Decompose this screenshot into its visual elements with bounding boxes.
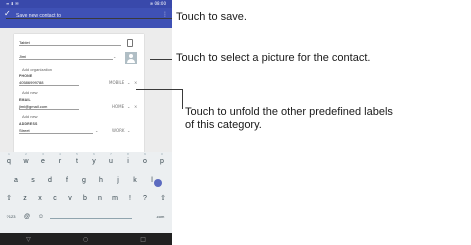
tablet-icon	[127, 39, 133, 47]
key-j[interactable]: j	[111, 174, 125, 188]
email-type-chevron-icon[interactable]: ⌄	[127, 104, 130, 109]
keyboard-row-1: qwertyuiop	[0, 155, 172, 171]
keyboard-row-4: ?123 @ ☺ .com	[0, 210, 172, 226]
address-type-chevron-icon[interactable]: ⌄	[127, 128, 130, 133]
key-w[interactable]: w	[19, 155, 33, 169]
address-label: ADDRESS	[19, 122, 38, 126]
name-expand-chevron-icon[interactable]: ⌄	[113, 54, 116, 59]
status-left: ≡ ⬇ ✉	[6, 1, 19, 6]
address-expand-chevron-icon[interactable]: ⌄	[95, 128, 98, 133]
key-p[interactable]: p	[155, 155, 169, 169]
status-bar: ≡ ⬇ ✉ ≋ 08:00	[0, 0, 172, 8]
email-type-dropdown[interactable]: HOME	[112, 104, 124, 109]
at-key[interactable]: @	[20, 210, 34, 224]
annotation-unfold: Touch to unfold the other predefined lab…	[185, 106, 393, 131]
key-v[interactable]: v	[63, 192, 77, 206]
key-d[interactable]: d	[43, 174, 57, 188]
dotcom-key[interactable]: .com	[150, 210, 170, 224]
phone-remove-icon[interactable]: ×	[134, 80, 137, 85]
email-label: EMAIL	[19, 98, 31, 102]
symbols-key[interactable]: ?123	[2, 210, 20, 224]
key-f[interactable]: f	[60, 174, 74, 188]
more-options-icon[interactable]: ⋮	[162, 11, 168, 18]
add-new-phone-link[interactable]: Add new	[22, 90, 38, 95]
emoji-icon[interactable]: ☺	[34, 210, 48, 224]
key-?[interactable]: ?	[138, 192, 152, 206]
key-o[interactable]: o	[138, 155, 152, 169]
home-icon[interactable]: ○	[83, 236, 88, 243]
space-bar[interactable]	[50, 218, 132, 219]
phone-type-dropdown[interactable]: MOBILE	[109, 80, 124, 85]
callout-line-unfold	[136, 89, 182, 90]
key-e[interactable]: e	[36, 155, 50, 169]
add-organization-link[interactable]: Add organization	[22, 67, 52, 72]
shift-key[interactable]: ⇧	[2, 192, 16, 206]
add-new-email-link[interactable]: Add new	[22, 114, 38, 119]
callout-line-unfold-vertical	[182, 89, 183, 109]
key-n[interactable]: n	[93, 192, 107, 206]
email-remove-icon[interactable]: ×	[134, 104, 137, 109]
callout-line-save	[6, 18, 172, 19]
keyboard-row-3: ⇧ ⇧ z x c v b n m!?	[0, 192, 172, 208]
phone-type-chevron-icon[interactable]: ⌄	[127, 80, 130, 85]
key-s[interactable]: s	[26, 174, 40, 188]
save-check-icon[interactable]: ✓	[4, 9, 11, 18]
enter-key[interactable]	[154, 179, 162, 187]
annotation-picture: Touch to select a picture for the contac…	[176, 52, 371, 64]
contact-form: Tablet Jimi ⌄ Add organization PHONE 405…	[14, 34, 144, 162]
phone-field[interactable]: 40586999788	[19, 79, 79, 86]
keyboard-row-2: asdfghjkl	[0, 174, 172, 190]
key-b[interactable]: b	[78, 192, 92, 206]
account-field[interactable]: Tablet	[19, 39, 121, 46]
key-q[interactable]: q	[2, 155, 16, 169]
recents-icon[interactable]: □	[140, 236, 146, 243]
key-t[interactable]: t	[70, 155, 84, 169]
phone-label: PHONE	[19, 74, 33, 78]
navigation-bar: ▽ ○ □	[0, 233, 172, 245]
callout-line-picture	[150, 59, 172, 60]
email-field[interactable]: jimi@gmail.com	[19, 103, 79, 110]
device-screen: ≡ ⬇ ✉ ≋ 08:00 ✓ Save new contact to ⋮ Ta…	[0, 0, 172, 245]
name-field[interactable]: Jimi	[19, 53, 113, 60]
key-k[interactable]: k	[128, 174, 142, 188]
address-type-dropdown[interactable]: WORK	[112, 128, 125, 133]
key-i[interactable]: i	[121, 155, 135, 169]
keyboard: 1234567890 qwertyuiop asdfghjkl ⇧ ⇧ zxcv…	[0, 152, 172, 233]
contact-picture-button[interactable]	[125, 52, 137, 64]
key-u[interactable]: u	[104, 155, 118, 169]
key-g[interactable]: g	[77, 174, 91, 188]
back-icon[interactable]: ▽	[26, 236, 31, 243]
key-r[interactable]: r	[53, 155, 67, 169]
key-![interactable]: !	[123, 192, 137, 206]
key-x[interactable]: x	[33, 192, 47, 206]
key-y[interactable]: y	[87, 155, 101, 169]
key-c[interactable]: c	[48, 192, 62, 206]
shift-key-right[interactable]: ⇧	[156, 192, 170, 206]
key-z[interactable]: z	[18, 192, 32, 206]
annotation-save: Touch to save.	[176, 11, 247, 23]
address-field[interactable]: Street	[19, 127, 93, 134]
key-h[interactable]: h	[94, 174, 108, 188]
status-right: ≋ 08:00	[149, 1, 166, 6]
key-m[interactable]: m	[108, 192, 122, 206]
key-a[interactable]: a	[9, 174, 23, 188]
